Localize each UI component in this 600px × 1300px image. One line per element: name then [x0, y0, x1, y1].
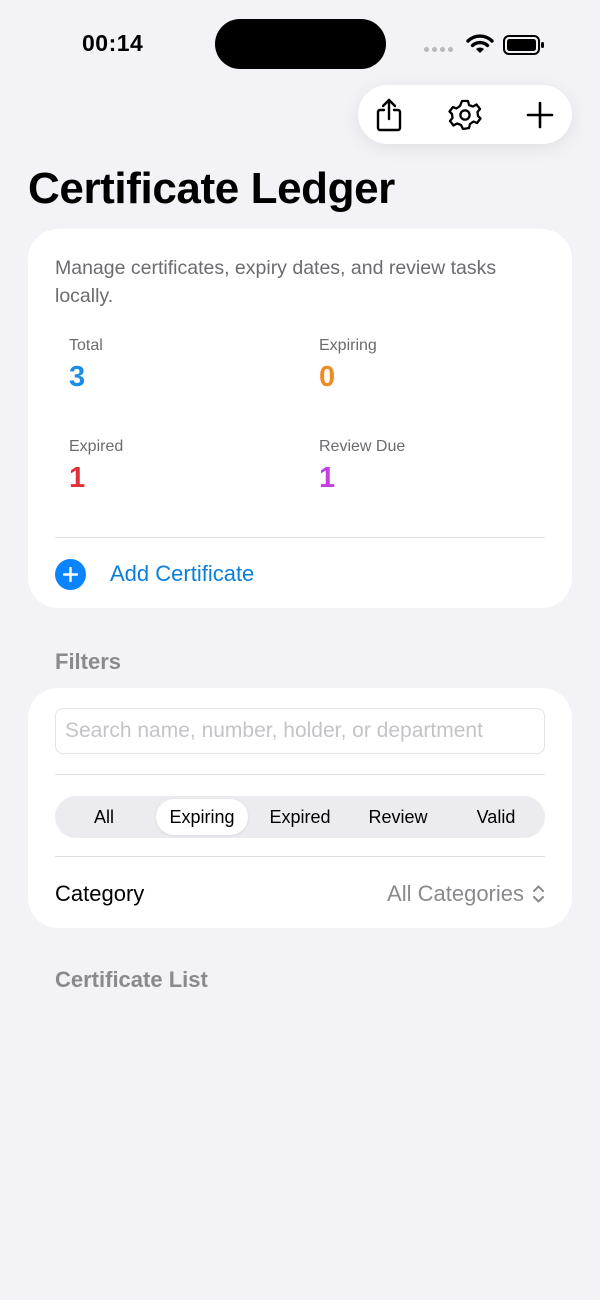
divider [55, 774, 545, 775]
stat-total: Total 3 [69, 337, 103, 394]
add-button[interactable] [510, 85, 570, 144]
stat-value: 1 [69, 462, 86, 494]
battery-icon [503, 35, 544, 55]
wifi-icon [466, 34, 494, 53]
certificate-list-header: Certificate List [55, 967, 208, 992]
gear-icon [448, 99, 482, 130]
stat-value: 0 [319, 361, 336, 393]
filters-card: All Expiring Expired Review Valid Catego… [28, 688, 572, 928]
stat-expired: Expired 1 [69, 438, 123, 495]
stat-value: 3 [69, 361, 86, 393]
stat-expiring: Expiring 0 [319, 337, 377, 394]
status-time: 00:14 [82, 30, 144, 56]
plus-icon [526, 101, 554, 128]
stat-label: Total [69, 337, 103, 354]
toolbar [358, 85, 572, 144]
segment-expired[interactable]: Expired [254, 799, 346, 835]
page-title: Certificate Ledger [28, 164, 395, 213]
category-label: Category [55, 881, 145, 906]
stat-label: Expiring [319, 337, 377, 354]
stat-label: Review Due [319, 438, 406, 455]
segment-all[interactable]: All [58, 799, 150, 835]
category-value: All Categories [387, 881, 524, 906]
category-row: Category All Categories [55, 876, 545, 912]
status-segmented-control: All Expiring Expired Review Valid [55, 796, 545, 838]
segment-valid[interactable]: Valid [450, 799, 542, 835]
settings-button[interactable] [435, 85, 495, 144]
divider [55, 856, 545, 857]
app-screen: 00:14 Certificate Ledger Manage certific… [0, 0, 600, 1300]
category-picker[interactable]: All Categories [387, 881, 545, 907]
share-button[interactable] [359, 85, 419, 144]
summary-description: Manage certificates, expiry dates, and r… [55, 257, 497, 307]
stat-value: 1 [319, 462, 336, 494]
divider [55, 537, 545, 538]
chevron-up-down-icon [533, 885, 544, 903]
stat-label: Expired [69, 438, 124, 455]
search-input[interactable] [55, 708, 545, 754]
add-certificate-label: Add Certificate [110, 561, 255, 586]
summary-card: Manage certificates, expiry dates, and r… [28, 229, 572, 608]
add-certificate-button[interactable]: Add Certificate [55, 556, 254, 592]
stat-review-due: Review Due 1 [319, 438, 405, 495]
share-icon [376, 98, 402, 131]
segment-expiring[interactable]: Expiring [156, 799, 248, 835]
segment-review[interactable]: Review [352, 799, 444, 835]
filters-header: Filters [55, 649, 122, 674]
dynamic-island [215, 19, 386, 69]
cellular-signal-icon [424, 47, 453, 52]
plus-circle-icon [55, 558, 86, 590]
